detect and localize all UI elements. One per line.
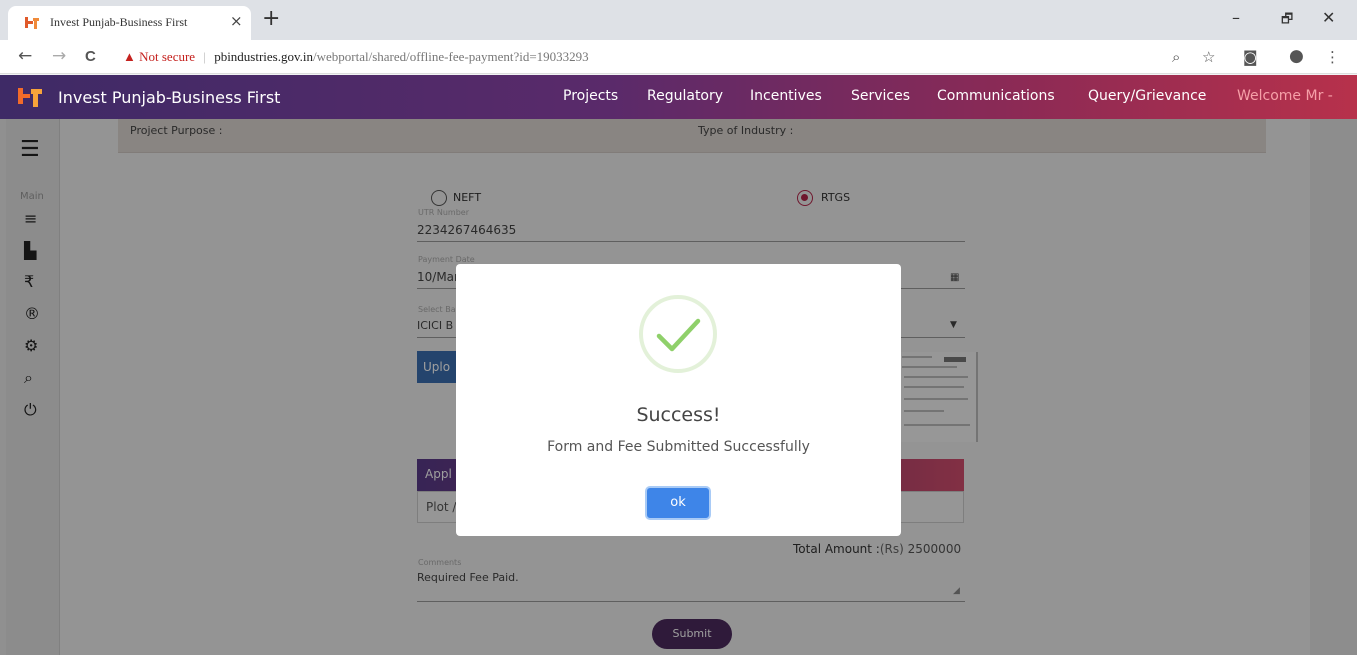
forward-icon[interactable]: →: [52, 46, 66, 66]
nav-communications[interactable]: Communications: [937, 88, 1055, 104]
warning-icon: ▲: [123, 49, 136, 64]
tab-title: Invest Punjab-Business First: [50, 15, 188, 29]
security-warning: Not secure: [139, 49, 196, 64]
nav-projects[interactable]: Projects: [563, 88, 618, 104]
bookmark-star-icon[interactable]: ☆: [1202, 48, 1215, 66]
new-tab-icon[interactable]: +: [262, 8, 280, 30]
nav-services[interactable]: Services: [851, 88, 910, 104]
browser-tab-bar: Invest Punjab-Business First × + – 🗗 ✕: [0, 0, 1357, 40]
nav-query-grievance[interactable]: Query/Grievance: [1088, 88, 1206, 104]
url-separator: |: [203, 49, 206, 64]
reload-icon[interactable]: C: [85, 48, 96, 65]
restore-icon[interactable]: 🗗: [1281, 10, 1293, 32]
site-title[interactable]: Invest Punjab-Business First: [58, 88, 280, 107]
welcome-menu[interactable]: Welcome Mr -: [1237, 88, 1333, 104]
browser-toolbar: ← → C ▲ Not secure | pbindustries.gov.in…: [0, 40, 1357, 74]
nav-incentives[interactable]: Incentives: [750, 88, 822, 104]
success-modal: Success! Form and Fee Submitted Successf…: [456, 264, 901, 536]
url-path: /webportal/shared/offline-fee-payment?id…: [313, 49, 589, 64]
modal-title: Success!: [636, 404, 721, 426]
menu-kebab-icon[interactable]: ⋮: [1325, 48, 1340, 66]
invest-punjab-logo-icon: [18, 88, 42, 107]
back-icon[interactable]: ←: [18, 46, 32, 66]
nav-regulatory[interactable]: Regulatory: [647, 88, 723, 104]
invest-punjab-favicon-icon: [25, 17, 39, 29]
zoom-icon[interactable]: ⌕: [1172, 48, 1180, 66]
url-host: pbindustries.gov.in: [214, 49, 314, 64]
window-close-icon[interactable]: ✕: [1322, 8, 1335, 27]
success-checkmark-icon: [639, 295, 717, 373]
address-bar[interactable]: ▲ Not secure | pbindustries.gov.in/webpo…: [123, 49, 589, 65]
modal-message: Form and Fee Submitted Successfully: [547, 439, 810, 455]
site-header: Invest Punjab-Business First Projects Re…: [0, 75, 1357, 119]
profile-icon[interactable]: ●: [1289, 46, 1304, 66]
minimize-icon[interactable]: –: [1232, 8, 1240, 27]
camera-icon[interactable]: ◙: [1243, 48, 1258, 66]
browser-tab[interactable]: Invest Punjab-Business First ×: [8, 6, 251, 40]
tab-close-icon[interactable]: ×: [230, 12, 243, 30]
ok-button[interactable]: ok: [645, 486, 711, 520]
